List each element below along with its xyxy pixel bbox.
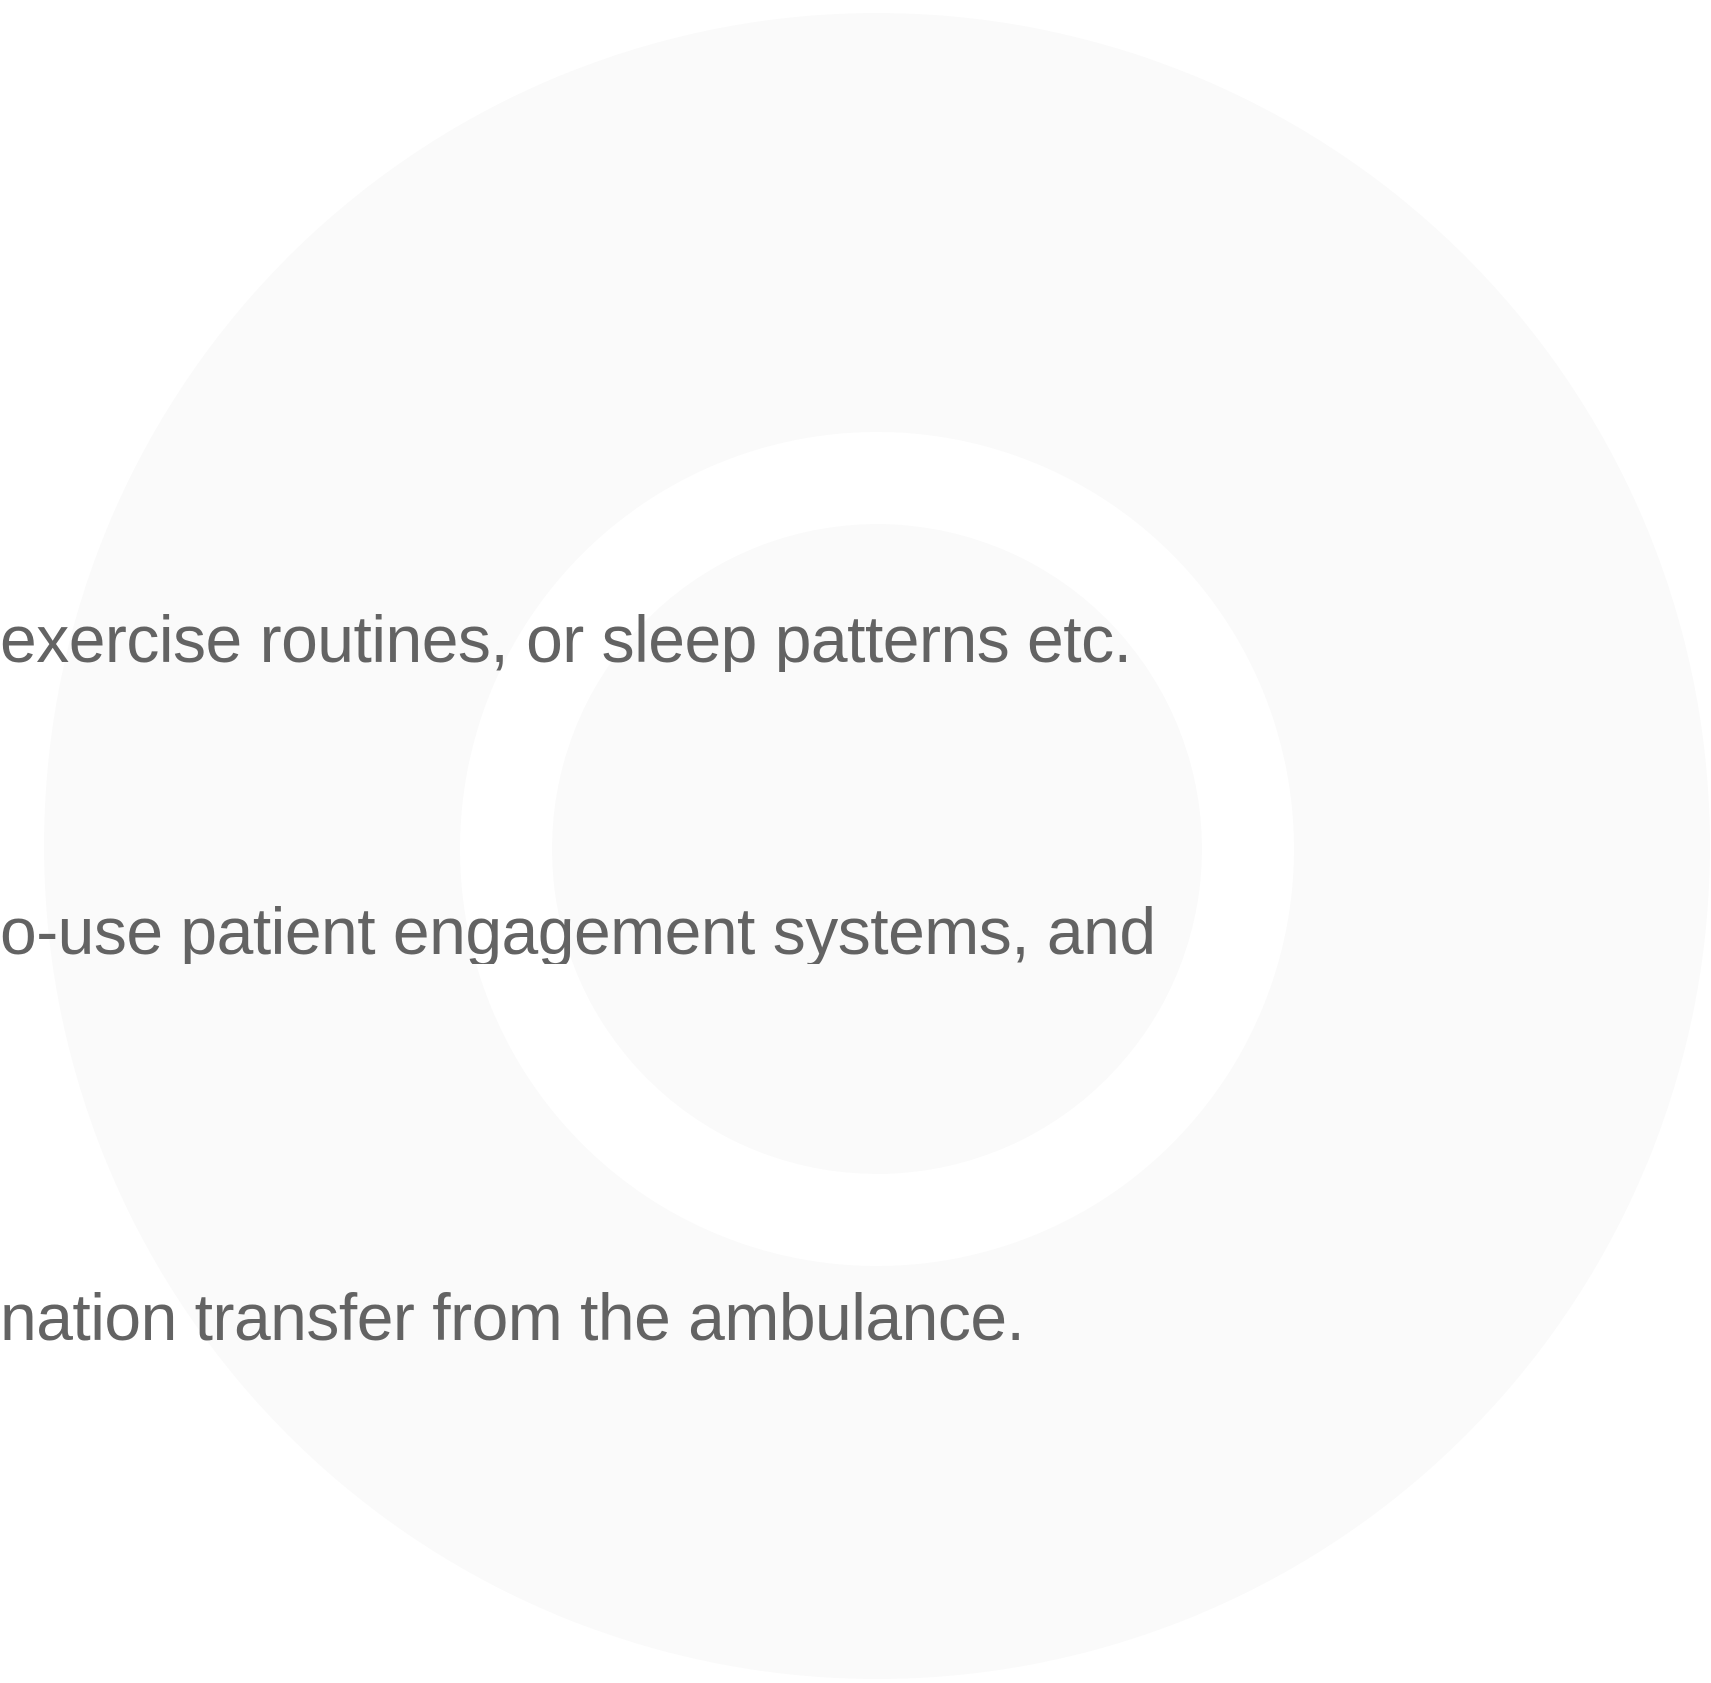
slide-canvas: exercise routines, or sleep patterns etc…	[0, 0, 1711, 1683]
text-line-ambulance-transfer: nation transfer from the ambulance.	[0, 1284, 1025, 1350]
text-line-exercise-routines: exercise routines, or sleep patterns etc…	[0, 606, 1132, 672]
text-line-patient-engagement: o-use patient engagement systems, and	[0, 898, 1156, 964]
